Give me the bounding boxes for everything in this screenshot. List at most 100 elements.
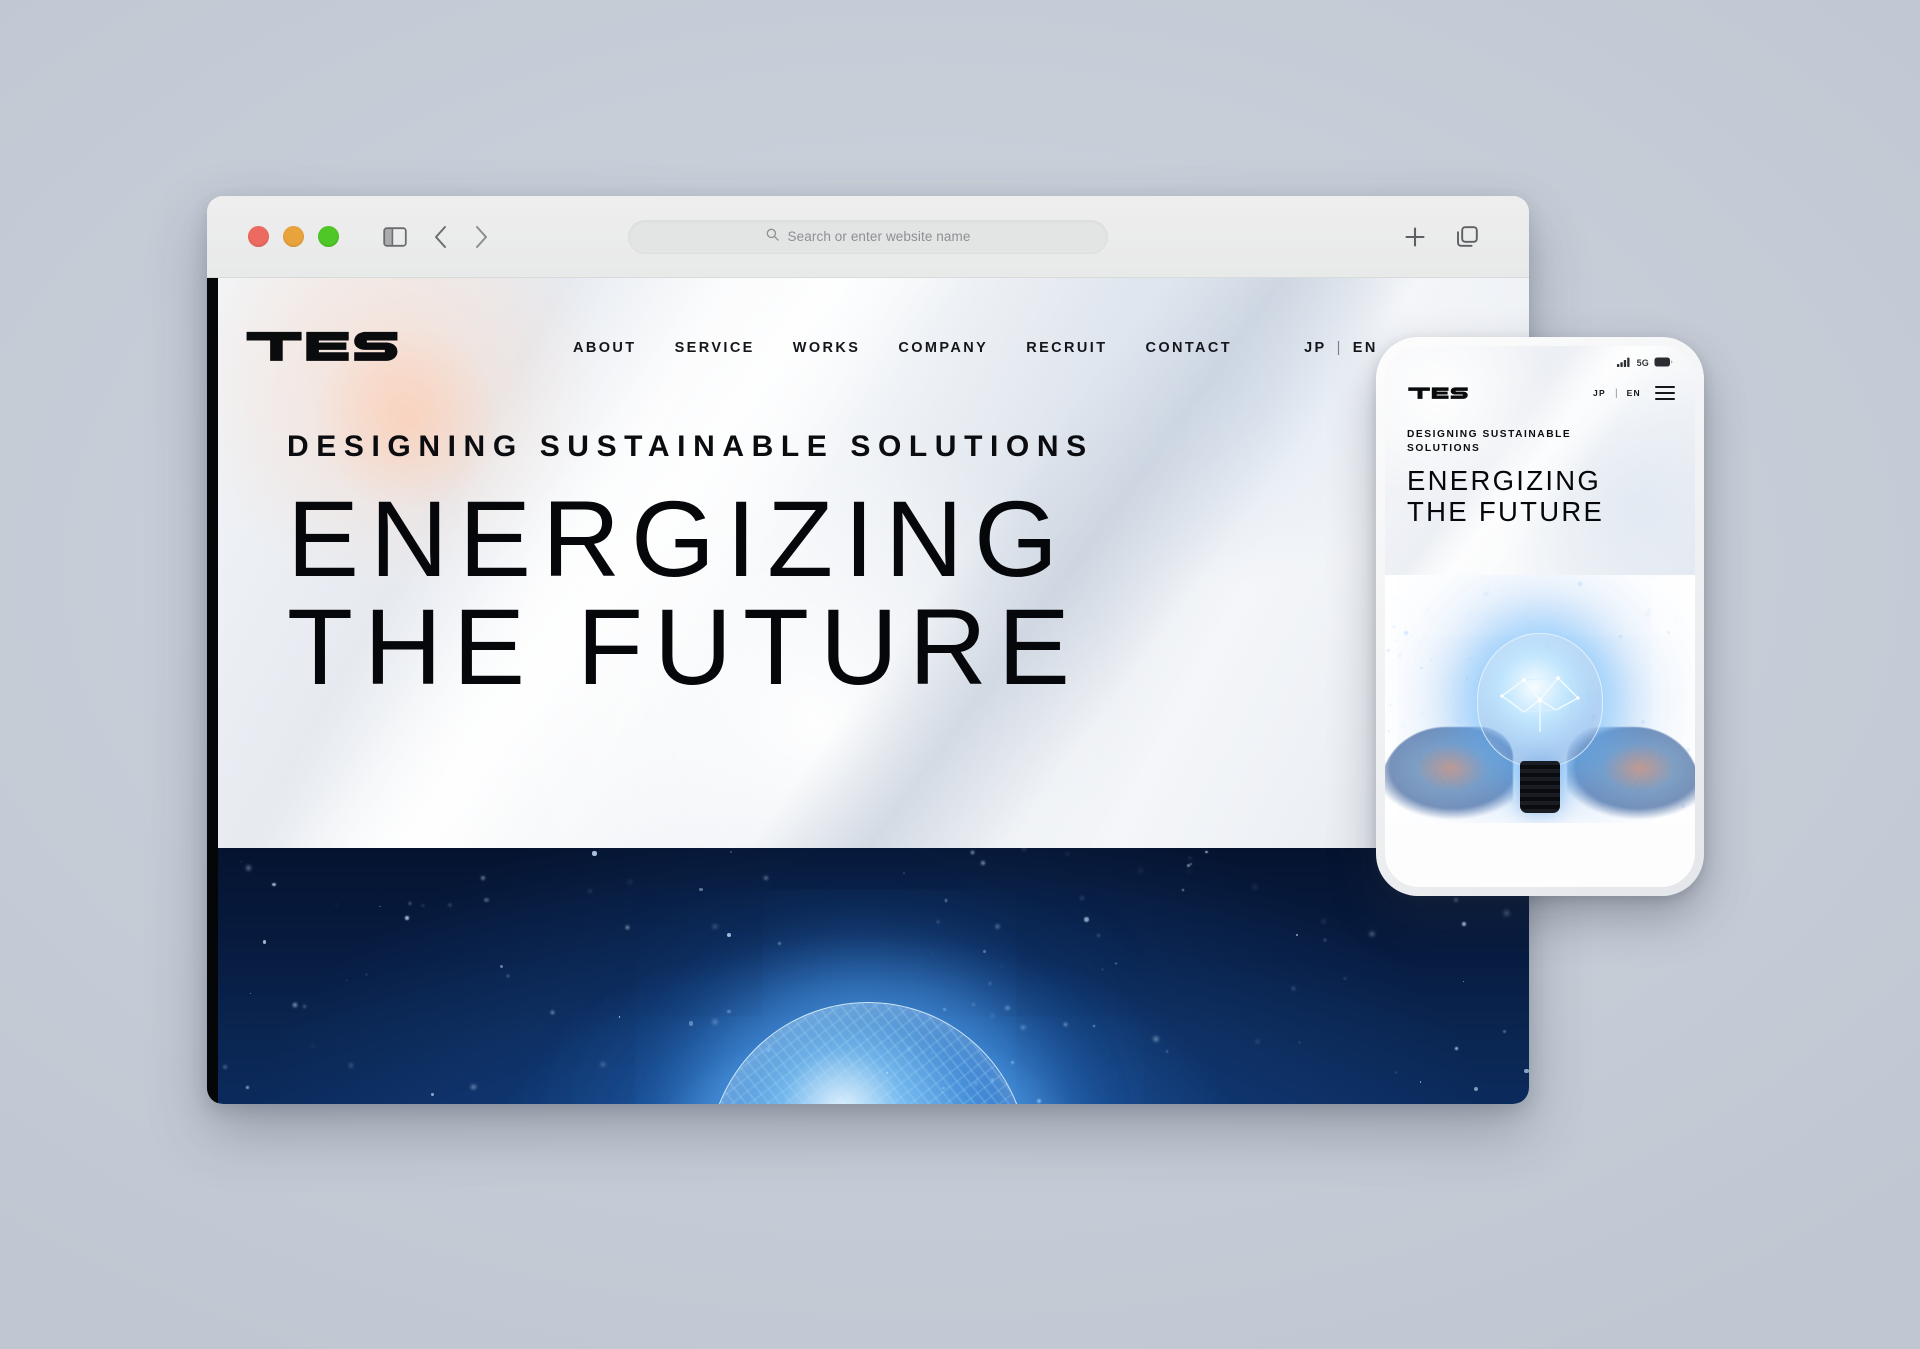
star: [1388, 730, 1391, 733]
nav-item-service[interactable]: SERVICE: [675, 340, 755, 356]
star: [303, 1005, 306, 1008]
star: [1409, 635, 1412, 638]
browser-window: Search or enter website name ABOUT SERVI…: [207, 196, 1529, 1104]
star: [605, 999, 608, 1002]
star: [240, 860, 242, 862]
nav-item-company[interactable]: COMPANY: [898, 340, 988, 356]
star: [1504, 911, 1509, 915]
hero-headline-line1: ENERGIZING: [287, 478, 1070, 599]
close-button[interactable]: [248, 226, 269, 247]
hero-image: [207, 848, 1529, 1104]
hero-headline-line2: THE FUTURE: [287, 586, 1081, 708]
star: [1298, 1041, 1301, 1044]
nav-item-contact[interactable]: CONTACT: [1145, 340, 1232, 356]
language-switcher: JP | EN: [1304, 340, 1378, 356]
lightbulb-icon: [1477, 633, 1603, 767]
star: [1254, 885, 1257, 888]
star: [1455, 1047, 1458, 1051]
star: [1386, 627, 1387, 629]
star: [506, 974, 510, 978]
star: [1420, 712, 1424, 715]
sidebar-toggle-icon[interactable]: [383, 226, 407, 247]
star: [430, 1092, 434, 1097]
star: [1640, 719, 1645, 724]
star: [1461, 921, 1466, 926]
star: [223, 1065, 228, 1070]
star: [481, 876, 485, 880]
star: [1395, 639, 1399, 643]
address-bar[interactable]: Search or enter website name: [628, 219, 1108, 254]
star: [1468, 613, 1472, 617]
nav-item-recruit[interactable]: RECRUIT: [1026, 340, 1107, 356]
star: [1456, 718, 1461, 723]
star: [1188, 857, 1191, 860]
phone-lang-en[interactable]: EN: [1627, 388, 1641, 398]
star: [1681, 699, 1683, 701]
star: [262, 940, 267, 944]
star: [1462, 980, 1465, 983]
star: [1402, 724, 1405, 727]
star: [931, 953, 933, 954]
star: [1469, 658, 1471, 661]
star: [1465, 676, 1469, 680]
star: [628, 880, 631, 883]
star: [1255, 1040, 1259, 1043]
back-button[interactable]: [433, 225, 448, 249]
star: [1389, 704, 1392, 707]
star: [699, 887, 703, 891]
lang-en[interactable]: EN: [1353, 340, 1378, 356]
phone-hero-eyebrow-line1: DESIGNING SUSTAINABLE: [1407, 429, 1572, 440]
website-viewport: ABOUT SERVICE WORKS COMPANY RECRUIT CONT…: [207, 278, 1529, 1104]
star: [1429, 658, 1432, 661]
phone-hero-headline-line2: THE FUTURE: [1407, 496, 1605, 528]
star: [422, 904, 424, 906]
toolbar-actions: [1404, 225, 1479, 248]
star: [1393, 597, 1397, 601]
lang-jp[interactable]: JP: [1304, 340, 1327, 356]
tab-overview-icon[interactable]: [1456, 225, 1479, 248]
star: [449, 904, 451, 906]
star: [1486, 618, 1489, 622]
forward-button[interactable]: [474, 225, 489, 249]
star: [551, 1011, 555, 1015]
lang-divider: |: [1336, 340, 1343, 356]
bulb-network-icon: [1500, 676, 1580, 732]
minimize-button[interactable]: [283, 226, 304, 247]
star: [1344, 977, 1346, 980]
phone-lang-jp[interactable]: JP: [1593, 388, 1606, 398]
star: [588, 890, 591, 893]
bulb-base: [1520, 761, 1560, 813]
star: [618, 1016, 621, 1018]
site-logo[interactable]: [243, 324, 401, 368]
search-icon: [766, 228, 779, 246]
star: [1188, 870, 1190, 872]
star: [1524, 1068, 1529, 1074]
star: [971, 851, 974, 854]
star: [405, 915, 409, 920]
page-left-rail: [207, 278, 218, 1104]
phone-hero-copy: DESIGNING SUSTAINABLE SOLUTIONS ENERGIZI…: [1385, 402, 1695, 528]
phone-hero-headline-line1: ENERGIZING: [1407, 464, 1602, 496]
maximize-button[interactable]: [318, 226, 339, 247]
star: [1474, 1087, 1479, 1092]
star: [366, 974, 368, 976]
star: [1419, 1081, 1422, 1084]
star: [1295, 933, 1298, 936]
hamburger-menu-icon[interactable]: [1655, 386, 1675, 400]
star: [1485, 586, 1489, 589]
star: [1154, 1037, 1159, 1042]
star: [1001, 965, 1003, 968]
star: [1081, 896, 1084, 899]
star: [1453, 897, 1459, 903]
star: [1063, 1023, 1067, 1027]
nav-item-works[interactable]: WORKS: [793, 340, 861, 356]
star: [996, 924, 1000, 928]
star: [1676, 618, 1679, 621]
phone-header-actions: JP | EN: [1593, 386, 1675, 400]
nav-item-about[interactable]: ABOUT: [573, 340, 637, 356]
phone-site-logo[interactable]: [1407, 384, 1469, 402]
hero-headline: ENERGIZING THE FUTURE: [287, 481, 1529, 708]
star: [1084, 917, 1089, 922]
star: [249, 993, 252, 995]
plus-icon[interactable]: [1404, 226, 1426, 248]
